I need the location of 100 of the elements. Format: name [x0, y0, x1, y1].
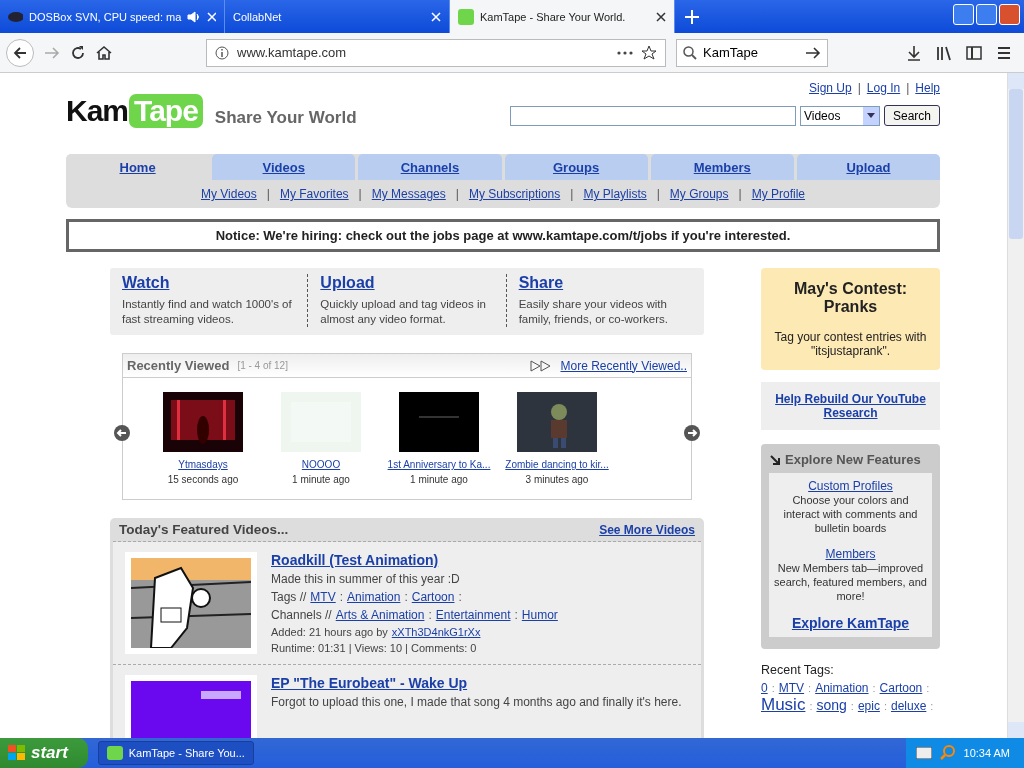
separator: :: [771, 682, 775, 694]
taskbar-button[interactable]: KamTape - Share You...: [97, 741, 254, 765]
search-button[interactable]: Search: [883, 105, 940, 126]
nav-tab[interactable]: Members: [650, 154, 794, 180]
separator: |: [455, 187, 459, 201]
video-link[interactable]: 1st Anniversary to Ka...: [387, 459, 491, 470]
account-link[interactable]: Help: [915, 81, 940, 95]
video-link[interactable]: Zombie dancing to kir...: [505, 459, 609, 470]
intro-link[interactable]: Upload: [320, 274, 375, 292]
nav-tab[interactable]: Channels: [358, 154, 502, 180]
tag-link[interactable]: Animation: [815, 681, 869, 695]
separator: |: [656, 187, 660, 201]
speaker-icon[interactable]: [187, 10, 201, 23]
feature-link[interactable]: Members: [825, 547, 876, 561]
back-button[interactable]: [6, 38, 34, 67]
tag-link[interactable]: MTV: [310, 590, 336, 604]
sub-nav-link[interactable]: My Subscriptions: [468, 187, 561, 201]
tag-link[interactable]: deluxe: [890, 699, 927, 713]
scrollbar[interactable]: [1007, 73, 1024, 738]
tab-title: KamTape - Share Your World.: [480, 10, 627, 23]
account-link[interactable]: Log In: [866, 81, 901, 95]
field-label: Channels //: [271, 608, 332, 622]
separator: |: [906, 81, 910, 95]
tag-link[interactable]: MTV: [778, 681, 805, 695]
viewed-time: 1 minute ago: [410, 474, 468, 485]
sub-nav-link[interactable]: My Favorites: [279, 187, 349, 201]
field-label: Tags //: [271, 590, 307, 604]
start-button[interactable]: start: [0, 738, 88, 768]
tag-link[interactable]: Animation: [347, 590, 401, 604]
previous-icon[interactable]: [113, 424, 131, 442]
dropdown-arrow-icon[interactable]: [866, 112, 875, 119]
search-scope-select[interactable]: Videos: [799, 105, 880, 126]
more-link[interactable]: See More Videos: [599, 522, 695, 537]
separator: :: [808, 682, 812, 694]
sub-nav-link[interactable]: My Playlists: [583, 187, 647, 201]
star-icon[interactable]: [641, 44, 657, 61]
search-input[interactable]: [509, 105, 796, 126]
nav-tab[interactable]: Groups: [504, 154, 648, 180]
new-tab-icon[interactable]: [685, 9, 699, 24]
sub-nav-link[interactable]: My Profile: [751, 187, 805, 201]
intro-text: Instantly find and watch 1000's of fast streaming videos.: [122, 297, 293, 327]
video-link[interactable]: Ytmasdays: [178, 459, 228, 470]
more-icon[interactable]: [617, 50, 633, 55]
tab-title: CollabNet: [233, 10, 283, 23]
close-icon[interactable]: [656, 11, 666, 22]
app-icon: [106, 746, 123, 760]
video-title[interactable]: EP "The Eurobeat" - Wake Up: [271, 675, 682, 691]
video-title[interactable]: Roadkill (Test Animation): [271, 552, 558, 568]
close-button[interactable]: [999, 4, 1020, 25]
browser-tab[interactable]: KamTape - Share Your World.: [450, 0, 675, 33]
separator: :: [339, 590, 344, 604]
user-link[interactable]: xXTh3D4nkG1rXx: [391, 626, 481, 638]
tab-title: DOSBox SVN, CPU speed: ma: [29, 10, 182, 23]
reload-icon[interactable]: [70, 44, 86, 61]
separator: |: [358, 187, 362, 201]
sub-nav-link[interactable]: My Messages: [371, 187, 446, 201]
contest-title: May's Contest: Pranks: [792, 280, 909, 316]
minimize-button[interactable]: [953, 4, 974, 25]
help-link[interactable]: Help Rebuild Our YouTube Research: [771, 392, 930, 420]
tag-link[interactable]: Cartoon: [879, 681, 923, 695]
library-icon[interactable]: [936, 44, 952, 61]
video-link[interactable]: NOOOO: [301, 459, 341, 470]
tag-link[interactable]: song: [816, 697, 847, 713]
more-link[interactable]: More Recently Viewed..: [560, 358, 687, 373]
tag-link[interactable]: Music: [761, 695, 806, 715]
tag-link[interactable]: Cartoon: [411, 590, 455, 604]
feature-link[interactable]: Custom Profiles: [808, 479, 893, 493]
keyboard-icon[interactable]: [915, 747, 932, 759]
separator: :: [809, 700, 813, 712]
explore-link[interactable]: Explore KamTape: [791, 615, 910, 631]
restore-button[interactable]: [976, 4, 997, 25]
next-icon[interactable]: [683, 424, 701, 442]
separator: :: [458, 590, 462, 604]
channel-link[interactable]: Humor: [521, 608, 558, 622]
nav-tab[interactable]: Upload: [796, 154, 941, 180]
viewed-time: 3 minutes ago: [525, 474, 589, 485]
sidebar-icon[interactable]: [966, 44, 982, 61]
info-icon[interactable]: [215, 45, 229, 60]
tag-link[interactable]: 0: [761, 681, 768, 695]
sub-nav-link[interactable]: My Groups: [669, 187, 729, 201]
video-stats: Runtime: 01:31 | Views: 10 | Comments: 0: [271, 642, 478, 654]
sub-nav-link[interactable]: My Videos: [201, 187, 257, 201]
home-icon[interactable]: [96, 44, 112, 61]
added-label: Added: 21 hours ago by: [271, 626, 388, 638]
search-icon: [683, 45, 697, 60]
download-icon[interactable]: [906, 44, 922, 61]
viewed-time: 15 seconds ago: [167, 474, 239, 485]
separator: |: [266, 187, 270, 201]
tagline: Share Your World: [214, 108, 357, 128]
tag-link[interactable]: epic: [857, 699, 880, 713]
intro-link[interactable]: Share: [518, 274, 564, 292]
separator: :: [428, 608, 432, 622]
channel-link[interactable]: Entertainment: [435, 608, 511, 622]
intro-link[interactable]: Watch: [122, 274, 170, 292]
separator: :: [930, 700, 934, 712]
account-link[interactable]: Sign Up: [809, 81, 852, 95]
channel-link[interactable]: Arts & Animation: [335, 608, 425, 622]
menu-icon[interactable]: [996, 44, 1012, 61]
nav-tab[interactable]: Videos: [212, 154, 356, 180]
go-arrow-icon[interactable]: [805, 45, 821, 60]
